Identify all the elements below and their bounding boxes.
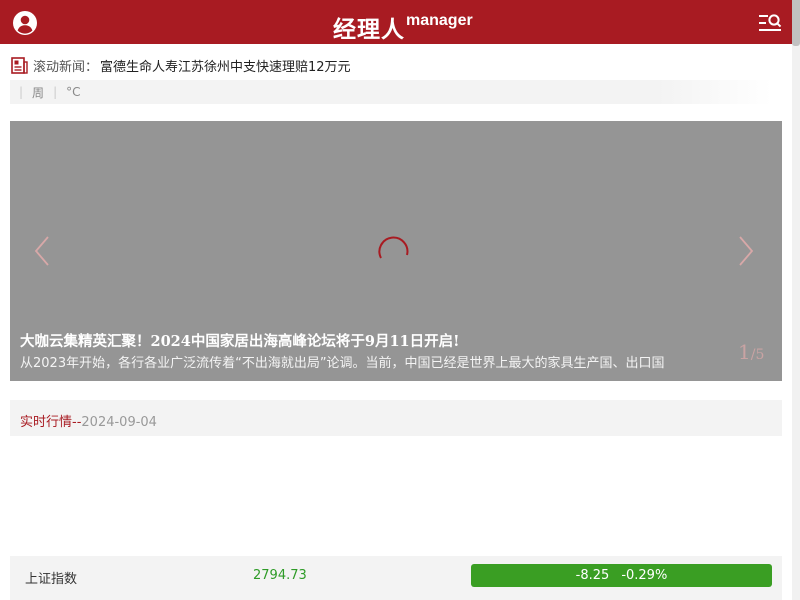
index-change-badge: -8.25 -0.29% [471,564,772,587]
logo-chinese-text: 经理人 [333,16,405,43]
scrollbar-thumb[interactable] [792,0,800,46]
slide-description: 从2023年开始，各行各业广泛流传着“不出海就出局”论调。当前，中国已经是世界上… [20,356,665,371]
market-title: 实时行情 [20,415,73,430]
weather-day: 周 [32,85,45,100]
featured-carousel[interactable]: 大咖云集精英汇聚！2024中国家居出海高峰论坛将于9月11日开启! 从2023年… [10,121,782,381]
news-icon [11,56,28,74]
user-circle-icon[interactable] [12,10,38,36]
menu-search-icon[interactable] [758,12,782,34]
spinner-icon [378,236,409,259]
ticker-label: 滚动新闻： [33,59,99,75]
slide-title-link[interactable]: 大咖云集精英汇聚！2024中国家居出海高峰论坛将于9月11日开启! [20,330,460,351]
weather-temperature-unit: °C [66,85,81,99]
top-nav-bar: 经理人manager [0,0,792,44]
market-quotes-panel: 实时行情--2024-09-04 上证指数 2794.73 -8.25 -0.2… [10,400,782,600]
weather-divider: | [19,85,24,99]
index-change-percent: -0.29% [621,568,668,583]
weather-strip: | 周 | °C [10,80,772,104]
news-ticker[interactable]: 滚动新闻： 富德生命人寿江苏徐州中支快速理赔12万元 [11,56,351,75]
market-header: 实时行情--2024-09-04 [20,411,157,430]
pager-current: 1 [738,340,751,364]
index-row[interactable]: 上证指数 2794.73 -8.25 -0.29% [10,560,782,592]
market-title-separator: -- [72,415,82,430]
index-value: 2794.73 [253,568,307,583]
slide-pager: 1/5 [738,340,764,364]
pager-total: /5 [750,347,765,363]
chevron-left-icon[interactable] [32,234,52,268]
weather-divider: | [53,85,58,99]
index-name: 上证指数 [25,572,78,587]
page-scrollbar[interactable] [792,0,800,600]
site-logo[interactable]: 经理人manager [333,4,473,43]
market-chart-area [10,436,782,556]
chevron-right-icon[interactable] [736,234,756,268]
index-change-points: -8.25 [575,568,610,583]
market-date: 2024-09-04 [81,415,157,430]
logo-english-text: manager [406,12,473,29]
ticker-headline-link[interactable]: 富德生命人寿江苏徐州中支快速理赔12万元 [100,56,351,75]
